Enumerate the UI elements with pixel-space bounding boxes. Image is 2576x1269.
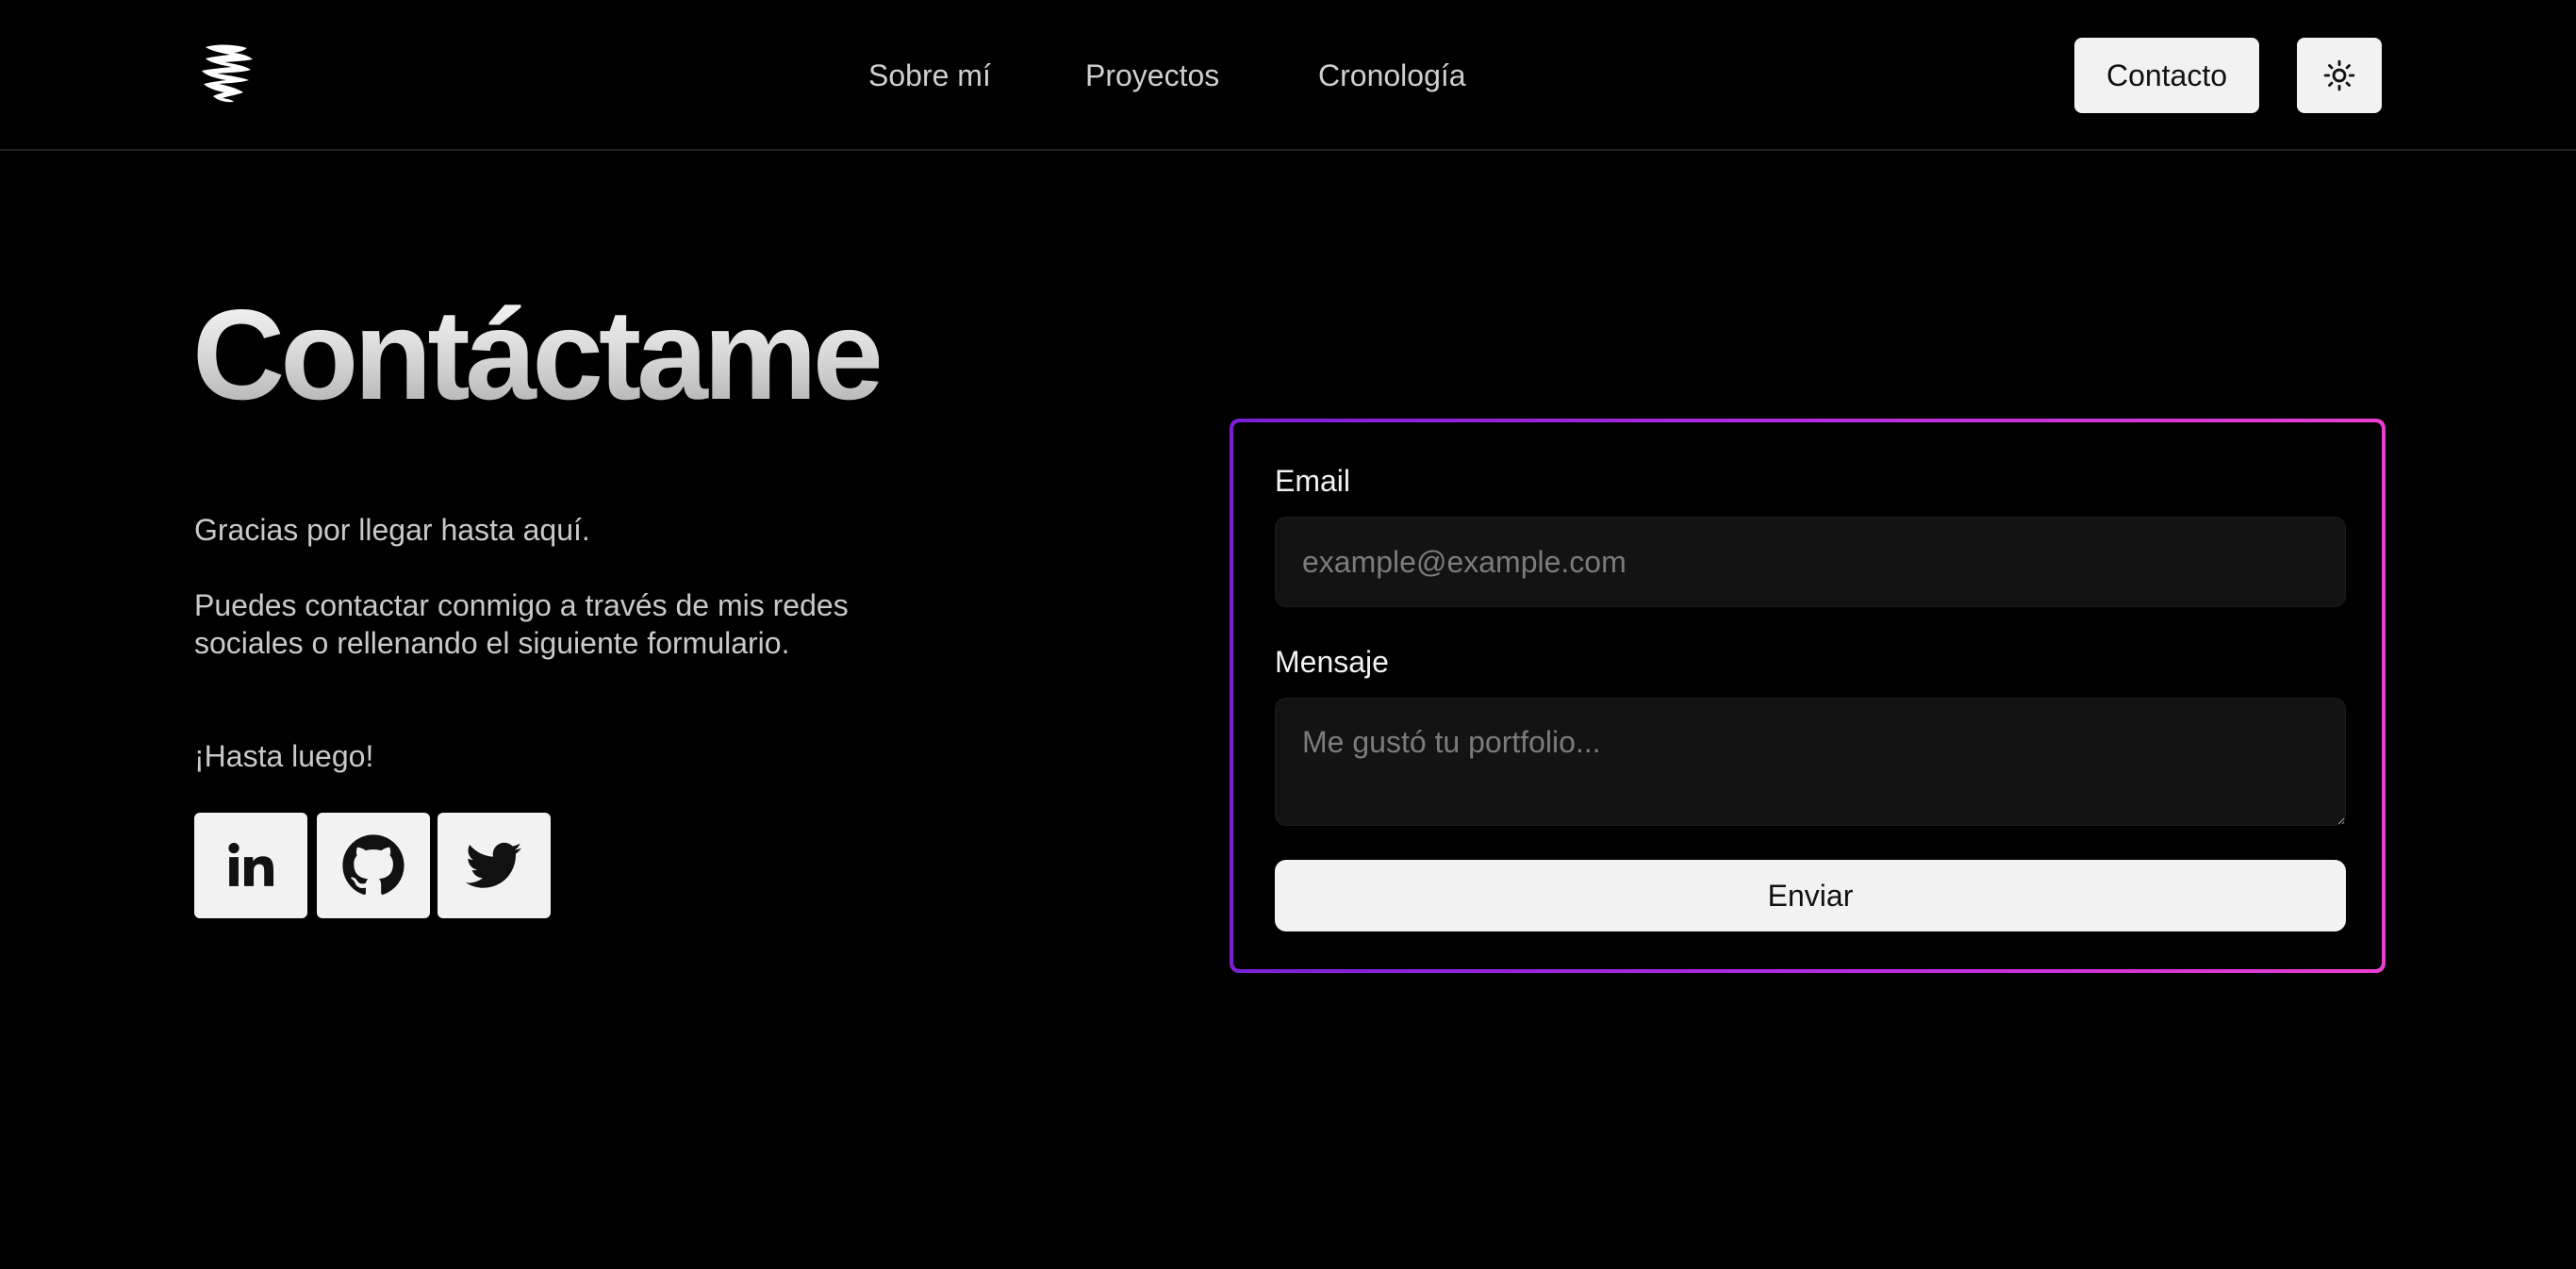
intro-paragraph-thanks: Gracias por llegar hasta aquí.	[194, 513, 590, 547]
sun-icon	[2323, 59, 2355, 91]
contact-button[interactable]: Contacto	[2074, 38, 2259, 113]
email-label: Email	[1275, 464, 1351, 498]
message-textarea[interactable]	[1275, 698, 2346, 826]
theme-toggle-button[interactable]	[2297, 38, 2382, 113]
logo-icon[interactable]	[196, 41, 256, 104]
nav-link-cronologia[interactable]: Cronología	[1318, 53, 1466, 98]
nav-link-proyectos[interactable]: Proyectos	[1085, 53, 1219, 98]
contact-form-card: Email Mensaje Enviar	[1230, 419, 2386, 973]
twitter-link[interactable]	[438, 813, 551, 918]
brush-logo-graphic	[202, 44, 253, 103]
send-button[interactable]: Enviar	[1275, 860, 2346, 931]
email-field[interactable]	[1275, 517, 2346, 607]
nav-link-sobre-mi[interactable]: Sobre mí	[868, 53, 991, 98]
message-label: Mensaje	[1275, 645, 1389, 679]
github-link[interactable]	[317, 813, 430, 918]
contact-form: Email Mensaje Enviar	[1233, 422, 2382, 969]
linkedin-link[interactable]	[194, 813, 307, 918]
linkedin-icon	[224, 839, 277, 892]
page-title: Contáctame	[192, 279, 883, 430]
intro-paragraph-goodbye: ¡Hasta luego!	[194, 739, 374, 773]
twitter-icon	[466, 837, 522, 894]
github-icon	[341, 833, 405, 898]
intro-paragraph-contact: Puedes contactar conmigo a través de mis…	[194, 588, 849, 660]
site-header: Sobre mí Proyectos Cronología Contacto	[0, 0, 2576, 151]
